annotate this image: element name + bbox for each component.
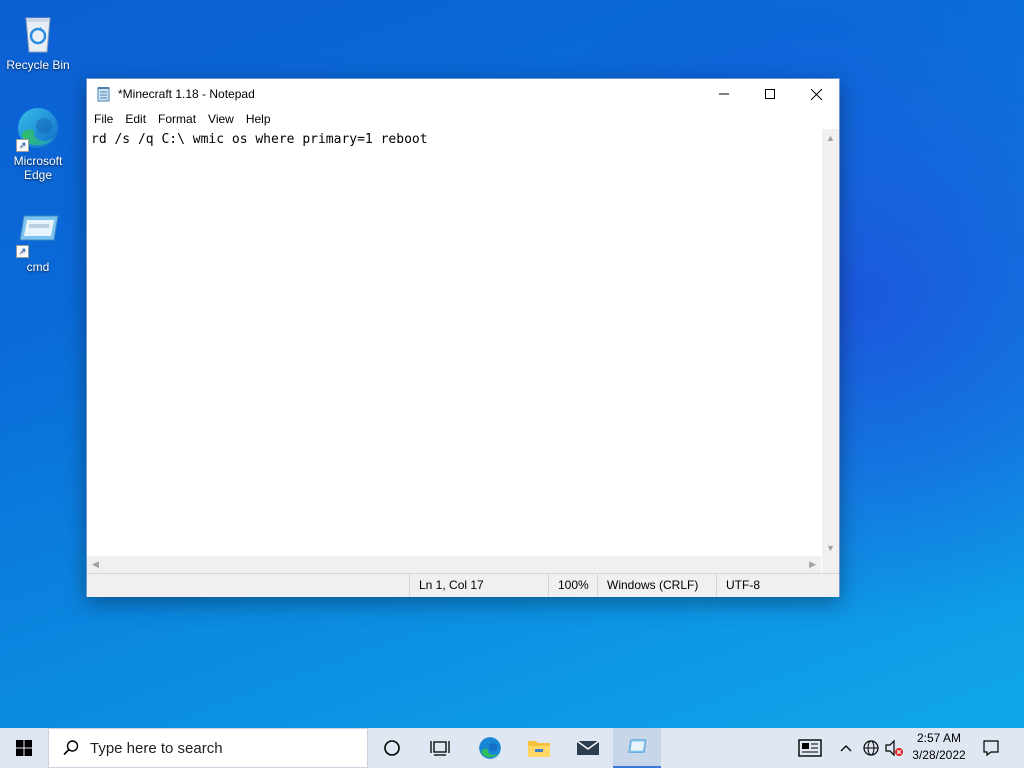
shortcut-arrow-icon: ↗: [16, 139, 29, 152]
notepad-window: *Minecraft 1.18 - Notepad File Edit Form…: [86, 78, 840, 597]
shortcut-arrow-icon: ↗: [16, 245, 29, 258]
cmd-icon: ↗: [14, 210, 62, 258]
desktop-icon-recycle-bin[interactable]: Recycle Bin: [2, 8, 74, 72]
text-editor[interactable]: rd /s /q C:\ wmic os where primary=1 reb…: [87, 129, 821, 556]
menu-edit[interactable]: Edit: [119, 112, 152, 126]
news-widget-button[interactable]: [790, 728, 830, 768]
scroll-down-icon[interactable]: ▼: [826, 543, 835, 553]
menu-help[interactable]: Help: [240, 112, 277, 126]
file-explorer-icon: [528, 741, 550, 757]
clock-time: 2:57 AM: [916, 731, 962, 745]
start-button[interactable]: [0, 728, 48, 768]
chevron-up-icon: [840, 745, 852, 752]
minimize-icon: [719, 93, 729, 95]
globe-icon: [863, 740, 879, 756]
cortana-icon: [384, 740, 400, 756]
taskbar-notepad-button[interactable]: [613, 728, 661, 768]
task-view-button[interactable]: [416, 728, 464, 768]
taskbar-search-box[interactable]: Type here to search: [48, 728, 368, 768]
scroll-up-icon[interactable]: ▲: [826, 133, 835, 143]
taskbar-clock[interactable]: 2:57 AM 3/28/2022: [904, 730, 974, 764]
news-icon: [798, 739, 822, 757]
recycle-bin-icon: [14, 8, 62, 56]
window-title: *Minecraft 1.18 - Notepad: [118, 87, 255, 101]
notepad-icon: [628, 739, 647, 753]
notepad-icon: [96, 86, 112, 102]
menu-file[interactable]: File: [88, 112, 119, 126]
clock-date: 3/28/2022: [912, 748, 966, 762]
edge-icon: ↗: [14, 104, 62, 152]
taskbar-mail-button[interactable]: [564, 728, 612, 768]
close-icon: [810, 88, 822, 100]
desktop-icon-edge[interactable]: ↗ Microsoft Edge: [2, 104, 74, 182]
cortana-button[interactable]: [368, 728, 416, 768]
close-button[interactable]: [793, 79, 839, 109]
volume-button[interactable]: [883, 728, 905, 768]
menu-format[interactable]: Format: [152, 112, 202, 126]
task-view-icon: [430, 741, 450, 756]
maximize-icon: [765, 89, 775, 99]
taskbar: Type here to search 2:57 AM 3/28/2022: [0, 728, 1024, 768]
maximize-button[interactable]: [747, 79, 793, 109]
desktop-icon-label: cmd: [26, 260, 50, 274]
status-bar: Ln 1, Col 17 100% Windows (CRLF) UTF-8: [87, 573, 839, 597]
desktop-icon-label: Recycle Bin: [6, 58, 70, 72]
minimize-button[interactable]: [701, 79, 747, 109]
menu-view[interactable]: View: [202, 112, 240, 126]
search-icon: [63, 740, 79, 756]
network-button[interactable]: [860, 728, 882, 768]
horizontal-scrollbar[interactable]: ◀ ▶: [87, 556, 821, 573]
status-encoding: UTF-8: [716, 574, 826, 597]
scrollbar-corner: [822, 556, 839, 573]
vertical-scrollbar[interactable]: ▲ ▼: [822, 129, 839, 556]
editor-content[interactable]: rd /s /q C:\ wmic os where primary=1 reb…: [87, 129, 821, 150]
taskbar-file-explorer-button[interactable]: [515, 728, 563, 768]
notification-icon: [983, 740, 999, 757]
status-zoom: 100%: [548, 574, 598, 597]
speaker-muted-icon: [885, 739, 903, 757]
mail-icon: [576, 740, 600, 755]
show-hidden-icons-button[interactable]: [836, 728, 856, 768]
menu-bar: File Edit Format View Help: [87, 109, 839, 129]
windows-logo-icon: [16, 740, 32, 756]
taskbar-edge-button[interactable]: [466, 728, 514, 768]
desktop-icon-label: Microsoft Edge: [13, 154, 63, 182]
edge-icon: [479, 737, 501, 759]
scroll-left-icon[interactable]: ◀: [92, 559, 99, 570]
status-position: Ln 1, Col 17: [409, 574, 549, 597]
scroll-right-icon[interactable]: ▶: [809, 559, 816, 570]
desktop-icon-cmd[interactable]: ↗ cmd: [2, 210, 74, 274]
status-line-ending: Windows (CRLF): [597, 574, 717, 597]
title-bar[interactable]: *Minecraft 1.18 - Notepad: [87, 79, 839, 109]
action-center-button[interactable]: [974, 728, 1008, 768]
search-placeholder: Type here to search: [90, 739, 223, 757]
